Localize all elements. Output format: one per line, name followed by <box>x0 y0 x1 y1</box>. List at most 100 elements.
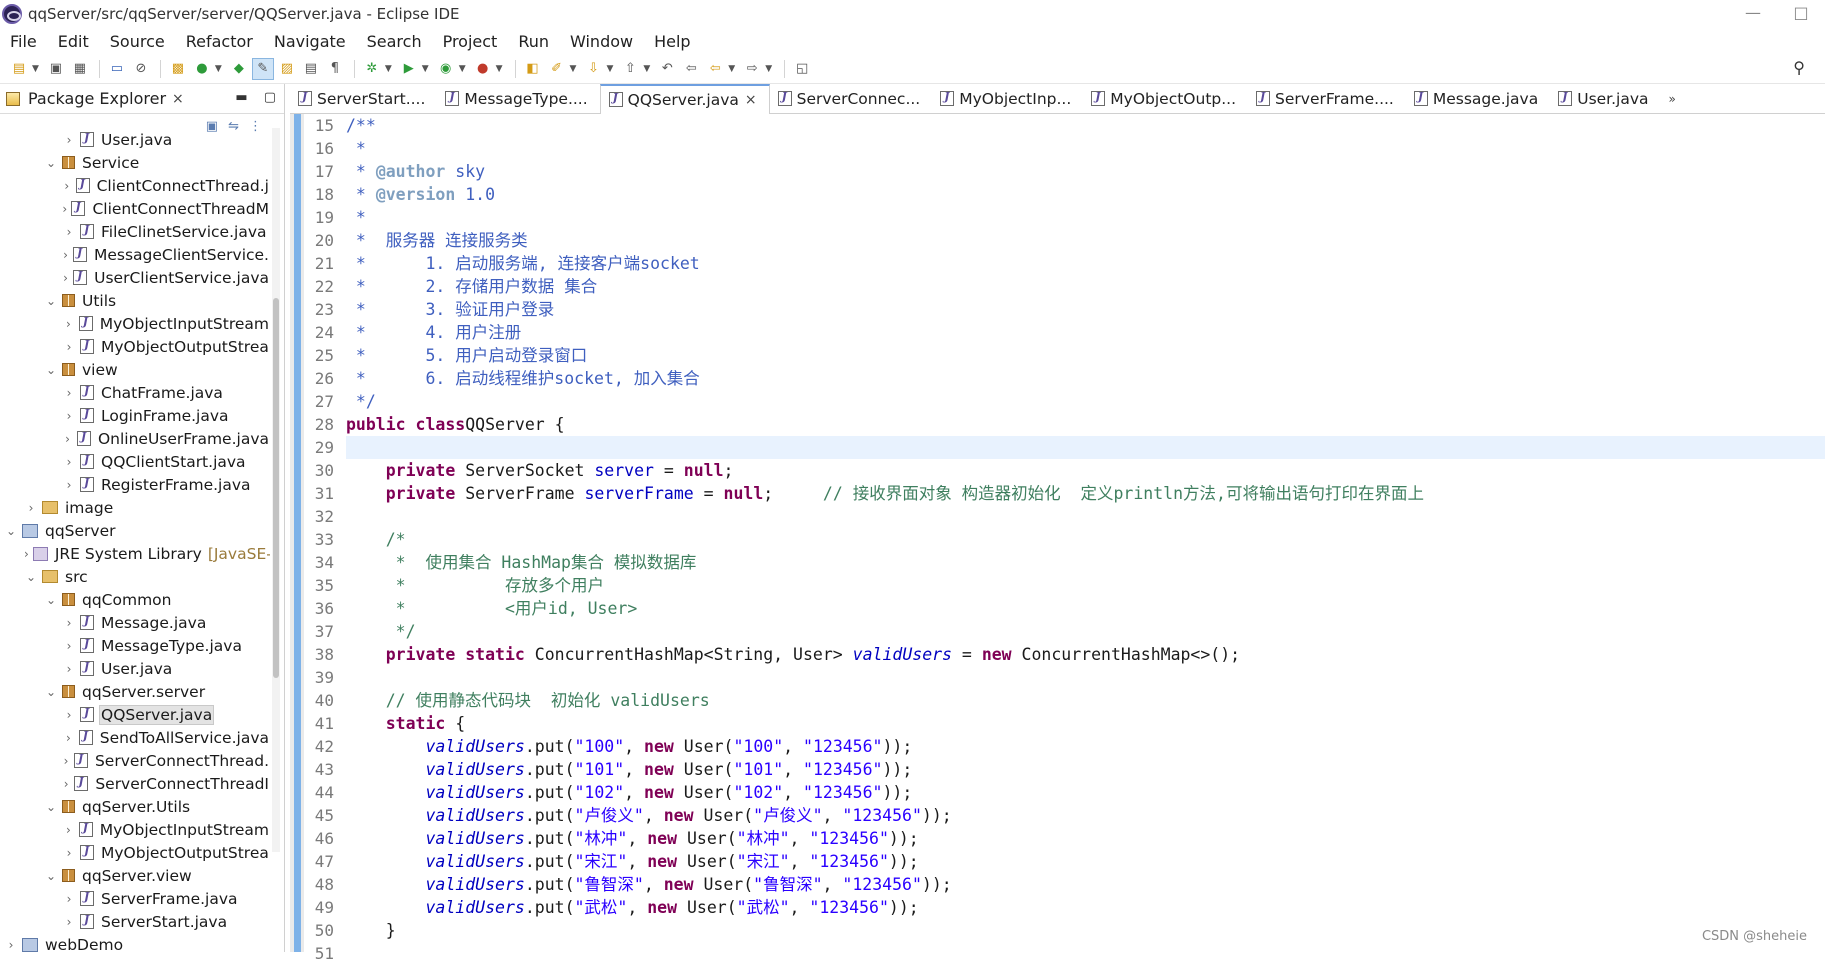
chevron-right-icon[interactable]: › <box>62 271 69 285</box>
code-line[interactable]: validUsers.put("100", new User("100", "1… <box>346 735 1825 758</box>
code-line[interactable]: /** <box>346 114 1825 137</box>
chevron-down-icon[interactable]: ⌄ <box>44 593 58 607</box>
code-line[interactable]: private ServerFrame serverFrame = null; … <box>346 482 1825 505</box>
code-line[interactable]: * 1. 启动服务端, 连接客户端socket <box>346 252 1825 275</box>
code-line[interactable]: * 2. 存储用户数据 集合 <box>346 275 1825 298</box>
tree-item[interactable]: › QQServer.java <box>0 703 270 726</box>
previous-annotation-icon[interactable]: ⇧ <box>619 58 641 80</box>
menu-refactor[interactable]: Refactor <box>186 32 253 51</box>
editor-tab[interactable]: MyObjectOutp... <box>1083 84 1248 114</box>
chevron-down-icon[interactable]: ▼ <box>570 64 577 74</box>
tree-item[interactable]: ⌄ qqServer <box>0 519 270 542</box>
terminal-icon[interactable]: ▭ <box>106 58 128 80</box>
chevron-down-icon[interactable]: ▼ <box>32 64 39 74</box>
code-line[interactable]: private ServerSocket server = null; <box>346 459 1825 482</box>
chevron-right-icon[interactable]: › <box>62 892 76 906</box>
chevron-down-icon[interactable]: ▼ <box>728 64 735 74</box>
chevron-right-icon[interactable]: › <box>62 409 76 423</box>
code-line[interactable]: */ <box>346 390 1825 413</box>
code-line[interactable]: * 6. 启动线程维护socket, 加入集合 <box>346 367 1825 390</box>
menu-run[interactable]: Run <box>518 32 549 51</box>
close-icon[interactable]: × <box>745 92 757 108</box>
explorer-scrollbar[interactable] <box>272 128 280 852</box>
menu-project[interactable]: Project <box>443 32 498 51</box>
code-line[interactable]: * 使用集合 HashMap集合 模拟数据库 <box>346 551 1825 574</box>
back-history-icon[interactable]: ⇦ <box>704 58 726 80</box>
code-line[interactable]: private static ConcurrentHashMap<String,… <box>346 643 1825 666</box>
chevron-down-icon[interactable]: ⌄ <box>44 800 58 814</box>
tree-item[interactable]: › ServerStart.java <box>0 910 270 933</box>
last-edit-location-icon[interactable]: ↶ <box>656 58 678 80</box>
tree-item[interactable]: › FileClinetService.java <box>0 220 270 243</box>
chevron-right-icon[interactable]: › <box>24 501 38 515</box>
tree-item[interactable]: › MyObjectOutputStrea <box>0 841 270 864</box>
tree-item[interactable]: › webDemo <box>0 933 270 956</box>
menu-file[interactable]: File <box>10 32 37 51</box>
code-line[interactable] <box>346 436 1825 459</box>
chevron-right-icon[interactable]: › <box>62 202 67 216</box>
chevron-right-icon[interactable]: › <box>62 317 75 331</box>
chevron-right-icon[interactable]: › <box>62 225 76 239</box>
tree-item[interactable]: › ClientConnectThreadM <box>0 197 270 220</box>
chevron-right-icon[interactable]: › <box>62 823 75 837</box>
code-line[interactable]: validUsers.put("鲁智深", new User("鲁智深", "1… <box>346 873 1825 896</box>
chevron-right-icon[interactable]: › <box>62 432 73 446</box>
new-icon[interactable]: ▤ <box>8 58 30 80</box>
editor-tab[interactable]: ServerStart.... <box>290 84 437 114</box>
scrollbar-thumb[interactable] <box>273 298 279 678</box>
chevron-right-icon[interactable]: › <box>62 616 76 630</box>
tree-item[interactable]: ⌄ view <box>0 358 270 381</box>
menu-navigate[interactable]: Navigate <box>274 32 346 51</box>
maximize-button[interactable]: □ <box>1777 0 1825 28</box>
chevron-down-icon[interactable]: ⌄ <box>24 570 38 584</box>
chevron-right-icon[interactable]: › <box>62 731 75 745</box>
tree-item[interactable]: ⌄ Service <box>0 151 270 174</box>
tree-item[interactable]: › OnlineUserFrame.java <box>0 427 270 450</box>
chevron-right-icon[interactable]: › <box>62 777 70 791</box>
chevron-down-icon[interactable]: ⌄ <box>44 363 58 377</box>
debug-icon[interactable]: ✲ <box>361 58 383 80</box>
code-line[interactable]: validUsers.put("林冲", new User("林冲", "123… <box>346 827 1825 850</box>
chevron-down-icon[interactable]: ▼ <box>643 64 650 74</box>
chevron-down-icon[interactable]: ⌄ <box>44 869 58 883</box>
show-whitespace-icon[interactable]: ¶ <box>324 58 346 80</box>
code-line[interactable] <box>346 505 1825 528</box>
code-line[interactable]: // 使用静态代码块 初始化 validUsers <box>346 689 1825 712</box>
more-tabs-button[interactable]: » <box>1669 92 1676 106</box>
menu-window[interactable]: Window <box>570 32 633 51</box>
chevron-right-icon[interactable]: › <box>62 915 76 929</box>
tree-item[interactable]: › ServerFrame.java <box>0 887 270 910</box>
open-task-icon[interactable]: ◧ <box>522 58 544 80</box>
code-line[interactable]: validUsers.put("宋江", new User("宋江", "123… <box>346 850 1825 873</box>
minimize-button[interactable]: — <box>1729 0 1777 28</box>
tree-item[interactable]: › MyObjectOutputStrea <box>0 335 270 358</box>
code-line[interactable]: * @author sky <box>346 160 1825 183</box>
word-wrap-icon[interactable]: ▤ <box>300 58 322 80</box>
chevron-down-icon[interactable]: ⌄ <box>4 524 18 538</box>
tree-item[interactable]: › Message.java <box>0 611 270 634</box>
chevron-down-icon[interactable]: ⌄ <box>44 685 58 699</box>
tree-item[interactable]: ⌄ src <box>0 565 270 588</box>
code-line[interactable]: validUsers.put("武松", new User("武松", "123… <box>346 896 1825 919</box>
tab-package-explorer[interactable]: Package Explorer × <box>6 89 184 108</box>
tree-item[interactable]: › ServerConnectThread. <box>0 749 270 772</box>
tree-item[interactable]: ⌄ qqServer.server <box>0 680 270 703</box>
search-icon[interactable]: ⚲ <box>1793 58 1805 77</box>
next-annotation-icon[interactable]: ⇩ <box>582 58 604 80</box>
tree-item[interactable]: › LoginFrame.java <box>0 404 270 427</box>
new-java-class-icon[interactable]: ● <box>191 58 213 80</box>
code-line[interactable]: * 4. 用户注册 <box>346 321 1825 344</box>
forward-icon[interactable]: ⇨ <box>741 58 763 80</box>
tree-item[interactable]: › ChatFrame.java <box>0 381 270 404</box>
close-icon[interactable]: × <box>172 91 184 107</box>
code-line[interactable] <box>346 942 1825 965</box>
back-icon[interactable]: ⇦ <box>680 58 702 80</box>
tree-item[interactable]: › MyObjectInputStream <box>0 312 270 335</box>
tree-item[interactable]: › JRE System Library [JavaSE-1 <box>0 542 270 565</box>
toggle-block-selection-icon[interactable]: ▨ <box>276 58 298 80</box>
editor-tab[interactable]: QQServer.java × <box>599 83 770 114</box>
chevron-down-icon[interactable]: ▼ <box>422 64 429 74</box>
menu-edit[interactable]: Edit <box>58 32 89 51</box>
chevron-down-icon[interactable]: ▼ <box>215 64 222 74</box>
chevron-right-icon[interactable]: › <box>62 478 76 492</box>
